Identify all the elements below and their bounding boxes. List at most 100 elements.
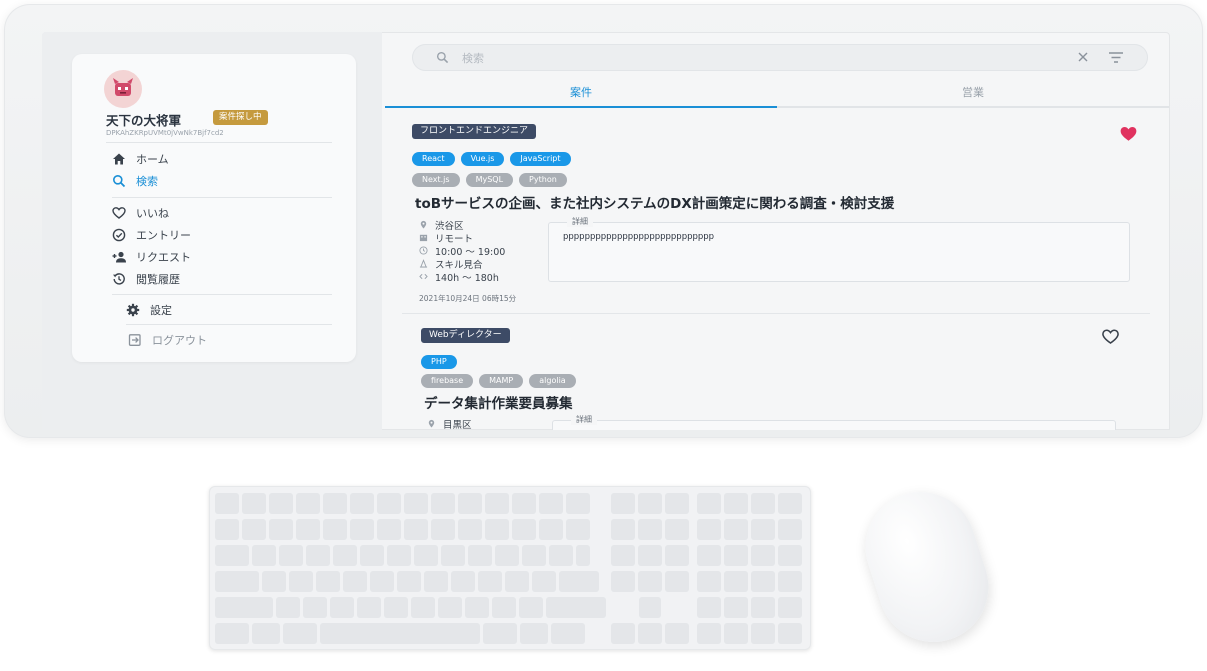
keyboard-key bbox=[370, 571, 394, 592]
sub-skill-chips: firebase MAMP algolia bbox=[421, 368, 582, 388]
keyboard-key bbox=[724, 571, 748, 592]
keyboard-key bbox=[360, 545, 384, 566]
job-detail-box: 詳細 pppppppppppppppppppppppppppp bbox=[548, 216, 1130, 282]
keyboard-key bbox=[638, 545, 662, 566]
keyboard-key bbox=[549, 545, 573, 566]
keyboard-key bbox=[431, 519, 455, 540]
keyboard-key bbox=[611, 545, 635, 566]
skill-chip: JavaScript bbox=[510, 152, 571, 166]
keyboard-key bbox=[697, 545, 721, 566]
divider bbox=[112, 197, 332, 198]
keyboard-key bbox=[778, 545, 802, 566]
heart-filled-icon[interactable] bbox=[1119, 125, 1138, 142]
keyboard-key bbox=[283, 623, 317, 644]
nav-item-history[interactable]: 閲覧履歴 bbox=[112, 271, 180, 287]
keyboard-key bbox=[638, 519, 662, 540]
keyboard-key bbox=[411, 597, 435, 618]
history-icon bbox=[113, 273, 125, 285]
divider bbox=[106, 142, 332, 143]
job-card[interactable]: Webディレクター PHP firebase MAMP algolia データ集計作… bbox=[382, 316, 1170, 430]
keyboard-key bbox=[519, 597, 543, 618]
keyboard-key bbox=[495, 545, 519, 566]
filter-icon[interactable] bbox=[1108, 51, 1124, 64]
posted-date: 2021年10月24日 06時15分 bbox=[419, 294, 517, 303]
keyboard-key bbox=[778, 597, 802, 618]
job-work-hours: 140h 〜 180h bbox=[435, 272, 499, 284]
keyboard-key bbox=[611, 571, 635, 592]
detail-label: 詳細 bbox=[567, 216, 593, 227]
job-title[interactable]: データ集計作業要員募集 bbox=[424, 392, 573, 412]
sub-skill-chip: MAMP bbox=[479, 374, 524, 388]
keyboard-key bbox=[611, 519, 635, 540]
keyboard-key bbox=[279, 545, 303, 566]
keyboard-key bbox=[751, 571, 775, 592]
location-icon bbox=[428, 419, 435, 428]
keyboard-key bbox=[404, 493, 428, 514]
job-card[interactable]: フロントエンドエンジニア React Vue.js JavaScript Next.… bbox=[382, 112, 1170, 312]
keyboard-key bbox=[215, 623, 249, 644]
search-bar[interactable] bbox=[412, 44, 1148, 71]
avatar[interactable] bbox=[104, 70, 142, 108]
heart-outline-icon bbox=[112, 207, 126, 219]
keyboard-key bbox=[532, 571, 556, 592]
keyboard-key bbox=[330, 597, 354, 618]
keyboard-key bbox=[276, 597, 300, 618]
keyboard-key bbox=[377, 493, 401, 514]
tab-bar: 案件 営業 bbox=[385, 84, 1169, 108]
keyboard-key bbox=[697, 571, 721, 592]
heart-outline-icon[interactable] bbox=[1101, 328, 1120, 345]
keyboard-key bbox=[262, 571, 286, 592]
nav-item-logout[interactable]: ログアウト bbox=[128, 332, 207, 348]
check-circle-icon bbox=[112, 228, 126, 242]
sub-skill-chip: Python bbox=[519, 173, 567, 187]
nav-label-requests: リクエスト bbox=[136, 251, 191, 264]
nav-item-requests[interactable]: リクエスト bbox=[112, 249, 191, 265]
tab-projects[interactable]: 案件 bbox=[385, 84, 777, 108]
nav-item-search[interactable]: 検索 bbox=[112, 173, 158, 189]
keyboard-key bbox=[323, 493, 347, 514]
nav-label-history: 閲覧履歴 bbox=[136, 273, 180, 286]
user-id: DPKAhZKRpUVMt0jVwNk7Bjf7cd2 bbox=[106, 129, 224, 137]
divider bbox=[126, 324, 332, 325]
status-badge: 案件探し中 bbox=[213, 110, 268, 125]
mouse bbox=[851, 477, 1003, 657]
keyboard-key bbox=[512, 493, 536, 514]
keyboard-key bbox=[397, 571, 421, 592]
keyboard-key bbox=[539, 493, 563, 514]
keyboard-key bbox=[638, 623, 662, 644]
nav-label-home: ホーム bbox=[136, 153, 169, 166]
keyboard-key bbox=[478, 571, 502, 592]
nav-label-entries: エントリー bbox=[136, 229, 191, 242]
nav-item-likes[interactable]: いいね bbox=[112, 205, 169, 221]
keyboard-key bbox=[566, 493, 590, 514]
job-location: 目黒区 bbox=[443, 419, 472, 431]
job-title[interactable]: toBサービスの企画、また社内システムのDX計画策定に関わる調査・検討支援 bbox=[415, 192, 894, 212]
clear-icon[interactable] bbox=[1076, 50, 1090, 64]
keyboard-key bbox=[215, 571, 259, 592]
nav-item-entries[interactable]: エントリー bbox=[112, 227, 191, 243]
keyboard-key bbox=[638, 571, 662, 592]
nav-label-likes: いいね bbox=[136, 207, 169, 220]
keyboard-key bbox=[512, 519, 536, 540]
keyboard-key bbox=[384, 597, 408, 618]
keyboard-key bbox=[252, 623, 280, 644]
keyboard-key bbox=[465, 597, 489, 618]
nav-item-settings[interactable]: 設定 bbox=[126, 302, 172, 318]
tab-sales[interactable]: 営業 bbox=[777, 84, 1169, 108]
building-icon bbox=[419, 234, 428, 242]
person-add-icon bbox=[112, 251, 126, 263]
search-input[interactable] bbox=[460, 48, 1024, 69]
keyboard-key bbox=[387, 545, 411, 566]
keyboard-key bbox=[778, 493, 802, 514]
keyboard bbox=[209, 486, 811, 650]
keyboard-key bbox=[551, 623, 585, 644]
nav-item-home[interactable]: ホーム bbox=[112, 151, 169, 167]
keyboard-key bbox=[546, 597, 606, 618]
keyboard-key bbox=[520, 623, 548, 644]
keyboard-key bbox=[751, 597, 775, 618]
keyboard-key bbox=[215, 597, 273, 618]
keyboard-key bbox=[343, 571, 367, 592]
skill-chip: React bbox=[412, 152, 455, 166]
keyboard-key bbox=[751, 519, 775, 540]
sub-skill-chip: firebase bbox=[421, 374, 474, 388]
